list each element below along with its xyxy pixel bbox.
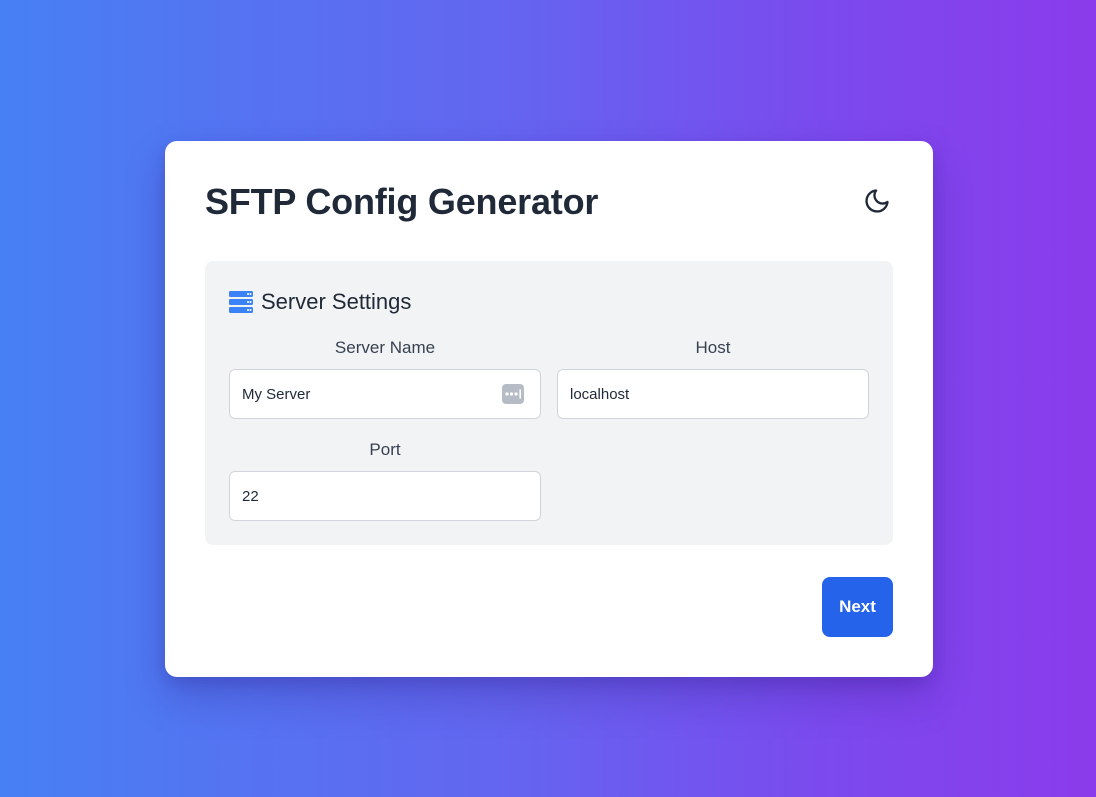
config-card: SFTP Config Generator Server Settings Se… [165, 141, 933, 677]
next-button[interactable]: Next [822, 577, 893, 637]
server-settings-panel: Server Settings Server Name Host [205, 261, 893, 545]
host-field: Host [557, 337, 869, 419]
section-header: Server Settings [229, 289, 411, 315]
moon-icon [865, 189, 889, 213]
host-input[interactable] [558, 370, 868, 418]
server-name-input-wrap [229, 369, 541, 419]
server-name-input[interactable] [230, 370, 540, 418]
server-name-field: Server Name [229, 337, 541, 419]
theme-toggle-button[interactable] [861, 185, 893, 217]
section-title: Server Settings [261, 289, 412, 314]
page-title: SFTP Config Generator [205, 181, 599, 222]
password-manager-icon[interactable] [502, 384, 524, 404]
host-input-wrap [557, 369, 869, 419]
port-input-wrap [229, 471, 541, 521]
port-label: Port [369, 440, 401, 459]
host-label: Host [695, 338, 731, 357]
port-field: Port [229, 439, 541, 521]
server-name-label: Server Name [334, 338, 436, 357]
server-icon [229, 291, 253, 313]
port-input[interactable] [230, 472, 540, 520]
